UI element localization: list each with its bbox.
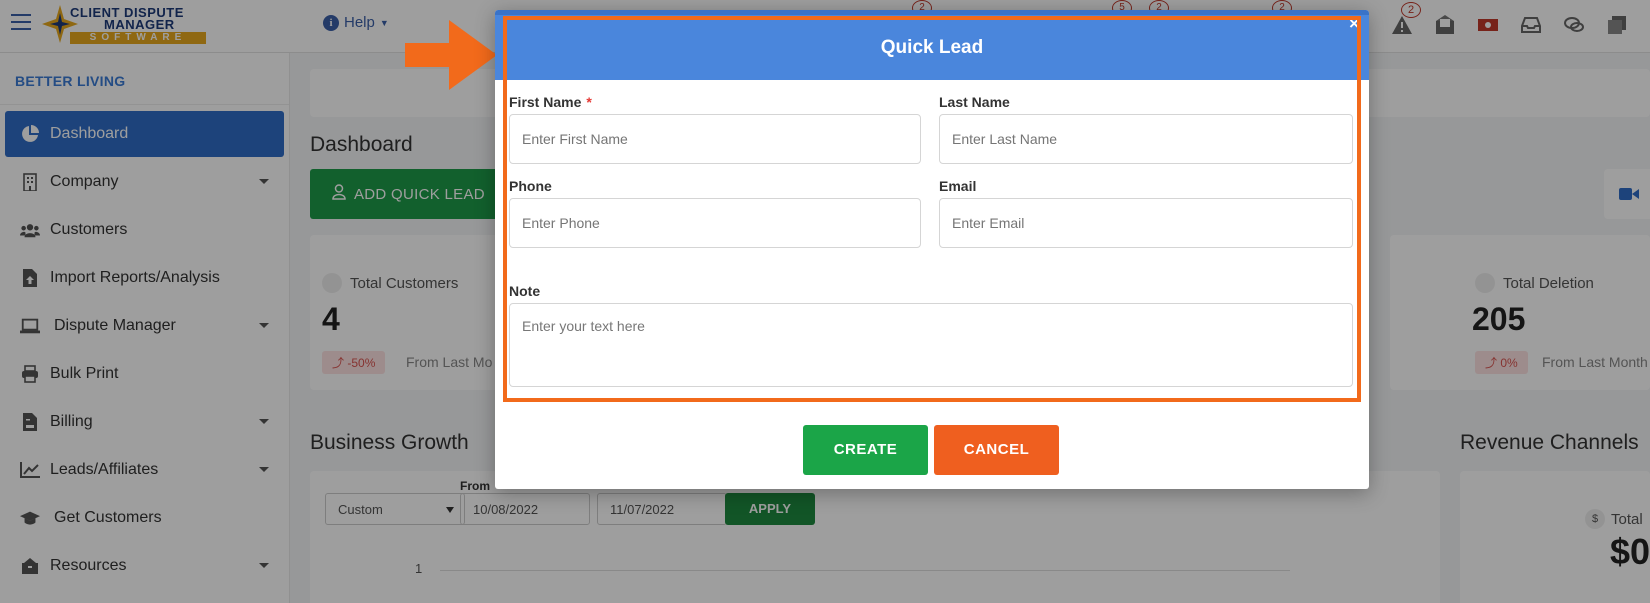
required-mark: * bbox=[586, 94, 592, 110]
email-label: Email bbox=[939, 178, 977, 194]
last-name-label: Last Name bbox=[939, 94, 1010, 110]
note-textarea[interactable]: Enter your text here bbox=[509, 303, 1353, 387]
note-label: Note bbox=[509, 283, 541, 299]
modal-title: Quick Lead bbox=[880, 37, 984, 58]
phone-label: Phone bbox=[509, 178, 552, 194]
close-icon[interactable]: × bbox=[1349, 14, 1359, 34]
cancel-button[interactable]: CANCEL bbox=[934, 425, 1059, 475]
create-button[interactable]: CREATE bbox=[803, 425, 928, 475]
modal-header: Quick Lead bbox=[495, 10, 1369, 80]
last-name-input[interactable] bbox=[939, 114, 1353, 164]
annotation-arrow-icon bbox=[405, 20, 497, 90]
first-name-label: First Name * bbox=[509, 94, 592, 110]
first-name-input[interactable] bbox=[509, 114, 921, 164]
phone-input[interactable] bbox=[509, 198, 921, 248]
email-input[interactable] bbox=[939, 198, 1353, 248]
quick-lead-modal: Quick Lead × First Name* Last Name Phone… bbox=[495, 10, 1369, 489]
